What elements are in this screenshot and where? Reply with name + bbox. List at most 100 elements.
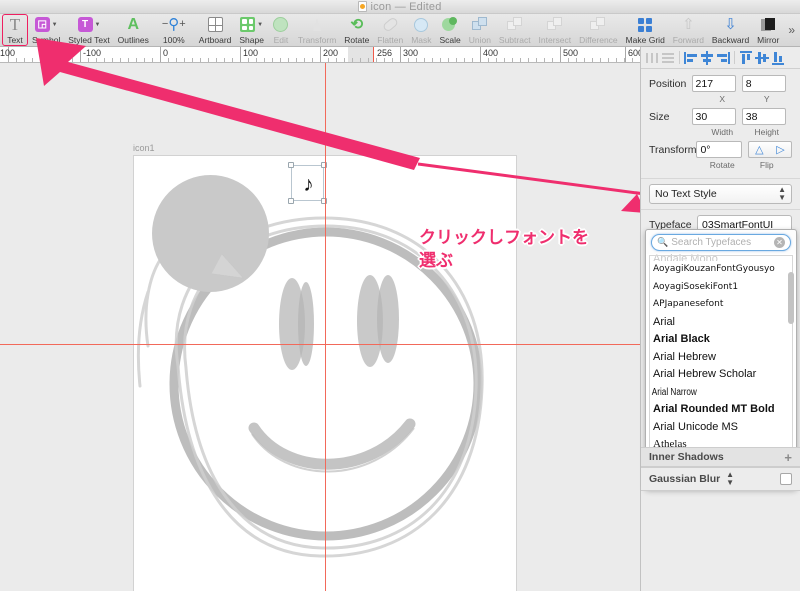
ruler-label-6: 400 [483,48,499,58]
align-center-horizontal-icon[interactable] [700,50,714,65]
typeface-list-scrollbar[interactable] [788,272,794,324]
toolbar-button-forward[interactable]: ⇧ Forward [669,14,708,47]
typeface-search-placeholder: Search Typefaces [671,237,752,248]
flip-vertical-icon[interactable]: △ [755,143,763,156]
size-row: Size 30 38 [649,108,792,125]
position-label: Position [649,77,687,90]
size-width-input[interactable]: 30 [691,108,736,125]
position-y-sublabel: Y [763,94,770,104]
add-inner-shadow-button[interactable]: + [784,451,792,464]
symbol-icon: ◲ ▼ [34,15,58,34]
ruler-label-4: 200 [323,48,339,58]
transform-icon [313,15,322,34]
toolbar-button-rotate[interactable]: ⟲ Rotate [340,14,373,47]
gaussian-blur-checkbox[interactable] [780,473,792,485]
toolbar-button-zoom[interactable]: − ⚲ + 100% [153,14,195,47]
alignment-toolbar [641,47,800,69]
design-canvas[interactable]: icon1 ♪ クリックしフォントを 選ぶ [0,63,640,591]
align-middle-vertical-icon[interactable] [755,51,769,65]
toolbar-label-backward: Backward [711,35,750,45]
toolbar-button-flatten[interactable]: Flatten [373,14,407,47]
resize-handle-bl[interactable] [288,198,294,204]
toolbar-label-mirror: Mirror [757,35,780,45]
resize-handle-br[interactable] [321,198,327,204]
music-note-icon: ♪ [303,172,314,196]
mirror-icon [760,15,776,34]
toolbar-label-union: Union [468,35,491,45]
toolbar-label-artboard: Artboard [198,35,232,45]
toolbar-label-subtract: Subtract [498,35,531,45]
inspector-panel: Position 217 8 X Y Size 30 38 Width Heig… [640,47,800,591]
vertical-guide [325,63,326,591]
flip-buttons[interactable]: △ ▷ [747,141,792,158]
difference-icon [590,15,606,34]
toolbar-button-styled-text[interactable]: T ▼ Styled Text [64,14,113,47]
rotate-input[interactable]: 0° [696,141,742,158]
sketch-app-window: icon — Edited T Text ◲ ▼ Symbol T ▼ Styled… [0,0,800,591]
inner-shadows-row[interactable]: Inner Shadows + [641,447,800,467]
flip-horizontal-icon[interactable]: ▷ [776,143,784,156]
chevron-updown-icon-blur[interactable]: ▲ ▼ [726,471,734,487]
distribute-horizontal-icon[interactable] [645,51,659,65]
toolbar-label-mask: Mask [411,35,432,45]
horizontal-ruler[interactable]: -100 -100 0 100 200 256 300 400 500 600 [0,47,640,63]
main-toolbar: T Text ◲ ▼ Symbol T ▼ Styled Text A Outlin… [0,14,800,47]
union-icon [471,15,488,34]
position-x-input[interactable]: 217 [691,75,736,92]
toolbar-button-transform[interactable]: Transform [294,14,340,47]
resize-handle-tr[interactable] [321,162,327,168]
toolbar-label-intersect: Intersect [538,35,572,45]
toolbar-label-symbol: Symbol [31,35,61,45]
toolbar-button-union[interactable]: Union [465,14,495,47]
align-bottom-icon[interactable] [771,51,785,65]
zoom-icon: − ⚲ + [161,16,186,33]
clear-icon[interactable]: ✕ [774,237,785,248]
list-item[interactable]: Arial Narrow [646,384,769,402]
ruler-label-8: 600 [628,48,640,58]
toolbar-button-difference[interactable]: Difference [575,14,622,47]
distribute-vertical-icon[interactable] [661,51,675,65]
toolbar-button-backward[interactable]: ⇩ Backward [708,14,753,47]
text-style-value: No Text Style [655,188,717,200]
toolbar-button-edit[interactable]: Edit [268,14,294,47]
annotation-text: クリックしフォントを 選ぶ [419,228,589,270]
toolbar-label-scale: Scale [439,35,461,45]
position-x-sublabel: X [719,94,726,104]
typeface-search-field[interactable]: 🔍 Search Typefaces ✕ [651,234,791,251]
toolbar-button-symbol[interactable]: ◲ ▼ Symbol [28,14,64,47]
size-height-sublabel: Height [754,127,780,137]
toolbar-button-artboard[interactable]: Artboard [195,14,236,47]
styled-text-icon: T ▼ [77,15,100,34]
ruler-label-7: 500 [563,48,579,58]
toolbar-button-mirror[interactable]: Mirror [753,14,783,47]
toolbar-button-scale[interactable]: Scale [436,14,465,47]
toolbar-overflow-button[interactable]: » [783,14,800,47]
text-style-select[interactable]: No Text Style ▲ ▼ [649,184,792,204]
toolbar-button-outlines[interactable]: A Outlines [114,14,153,47]
size-height-input[interactable]: 38 [741,108,786,125]
toolbar-button-mask[interactable]: Mask [407,14,435,47]
align-top-icon[interactable] [739,50,753,65]
ruler-label-5: 300 [403,48,419,58]
chevron-updown-icon: ▲ ▼ [778,185,786,202]
toolbar-label-zoom: 100% [162,35,185,45]
toolbar-label-outlines: Outlines [117,35,149,45]
resize-handle-tl[interactable] [288,162,294,168]
toolbar-button-shape[interactable]: ▼ Shape [235,14,268,47]
selected-music-note-object[interactable]: ♪ [288,162,327,204]
inner-shadows-label: Inner Shadows [649,451,724,463]
toolbar-label-rotate: Rotate [344,35,370,45]
position-row: Position 217 8 [649,75,792,92]
shape-icon: ▼ [240,15,263,34]
toolbar-label-edit: Edit [273,35,289,45]
toolbar-label-styled-text: Styled Text [68,35,110,45]
gaussian-blur-row[interactable]: Gaussian Blur ▲ ▼ [641,467,800,491]
toolbar-button-make-grid[interactable]: Make Grid [622,14,669,47]
toolbar-button-text[interactable]: T Text [2,14,28,46]
toolbar-button-intersect[interactable]: Intersect [535,14,576,47]
align-left-icon[interactable] [684,51,698,65]
align-right-icon[interactable] [716,51,730,65]
toolbar-label-difference: Difference [579,35,618,45]
position-y-input[interactable]: 8 [741,75,786,92]
toolbar-button-subtract[interactable]: Subtract [495,14,535,47]
